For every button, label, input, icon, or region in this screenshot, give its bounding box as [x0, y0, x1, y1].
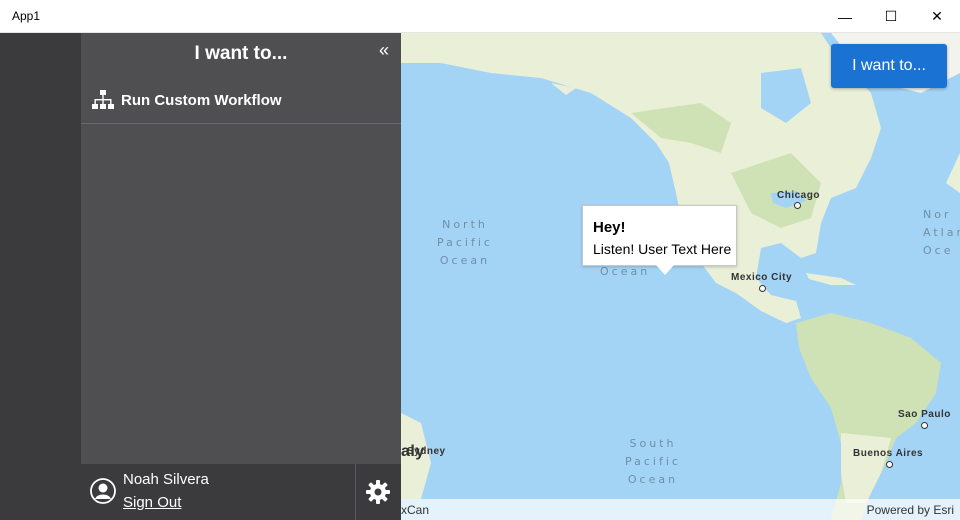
title-bar: App1 — ☐ ✕ [0, 0, 960, 33]
city-label-sao-paulo: Sao Paulo [898, 409, 951, 420]
map-attribution: xCan Powered by Esri [401, 499, 960, 520]
sign-out-link[interactable]: Sign Out [123, 494, 181, 511]
north-pacific-label: North Pacific Ocean [437, 218, 493, 267]
south-pacific-label: South Pacific Ocean [625, 437, 681, 486]
window-title: App1 [12, 9, 41, 23]
user-footer: Noah Silvera Sign Out [81, 464, 401, 520]
map-view[interactable]: North Pacific Ocean Ocean South Pacific Ocea… [401, 33, 960, 520]
city-label-mexico-city: Mexico City [731, 272, 793, 283]
run-custom-workflow-item[interactable]: Run Custom Workflow [81, 77, 401, 124]
user-avatar-icon [90, 478, 116, 504]
north-atlantic-label: NorAtlanOce [923, 208, 960, 257]
collapse-panel-button[interactable]: « [379, 41, 389, 59]
city-dot-chicago [794, 202, 801, 209]
city-dot-buenos-aires [886, 461, 893, 468]
minimize-button[interactable]: — [822, 0, 868, 33]
workflow-label: Run Custom Workflow [121, 91, 282, 109]
sitemap-icon [92, 90, 114, 109]
callout-text: Listen! User Text Here [593, 241, 732, 257]
map-callout: Hey! Listen! User Text Here [582, 205, 737, 275]
panel-title: I want to... [194, 43, 288, 64]
callout-tail [656, 265, 674, 275]
city-label-chicago: Chicago [777, 190, 820, 201]
callout-title: Hey! [593, 219, 626, 236]
powered-by-esri[interactable]: Powered by Esri [867, 503, 954, 517]
close-button[interactable]: ✕ [914, 0, 960, 33]
country-label-partial: aly [401, 443, 425, 460]
i-want-to-button[interactable]: I want to... [831, 44, 947, 88]
attribution-text: xCan [401, 503, 430, 517]
gear-icon[interactable] [365, 479, 391, 505]
i-want-to-panel: I want to... « Run Custom Workflow [81, 33, 401, 520]
city-label-buenos-aires: Buenos Aires [853, 448, 924, 459]
navigation-rail [0, 33, 81, 520]
user-name: Noah Silvera [123, 471, 209, 488]
footer-divider [355, 464, 356, 520]
maximize-button[interactable]: ☐ [868, 0, 914, 33]
city-dot-mexico-city [759, 285, 766, 292]
city-dot-sao-paulo [921, 422, 928, 429]
